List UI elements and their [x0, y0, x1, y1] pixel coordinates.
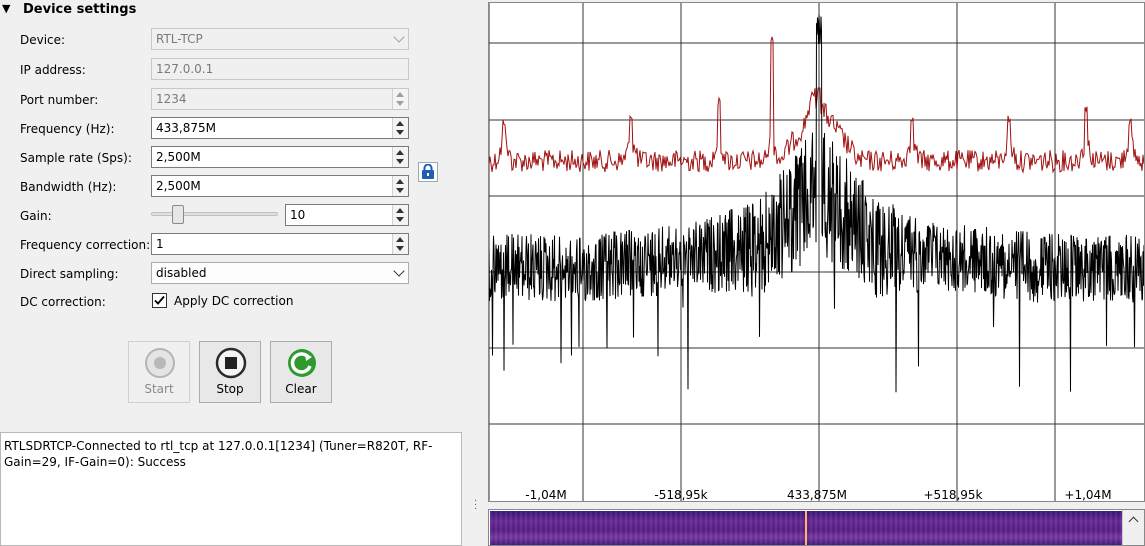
lock-button[interactable]	[418, 162, 438, 182]
spectrum-canvas: -1,04M -518,95k 433,875M +518,95k +1,04M	[489, 3, 1144, 502]
sample-rate-spin-arrows[interactable]	[392, 147, 408, 167]
device-select-value: RTL-TCP	[156, 32, 203, 46]
sample-rate-spinbox[interactable]: 2,500M	[151, 146, 409, 168]
gain-spin-arrows[interactable]	[392, 205, 408, 225]
direct-sampling-select[interactable]: disabled	[151, 262, 409, 284]
dc-correction-checkbox-label[interactable]: Apply DC correction	[174, 294, 293, 308]
port-value: 1234	[156, 92, 187, 106]
frequency-spinbox[interactable]: 433,875M	[151, 117, 409, 139]
collapse-arrow-icon[interactable]: ▼	[2, 2, 10, 15]
stop-button[interactable]: Stop	[199, 341, 261, 403]
gain-slider-handle[interactable]	[172, 205, 184, 224]
frequency-tick-label: -1,04M	[525, 488, 566, 502]
dc-correction-checkbox[interactable]	[152, 293, 167, 308]
ip-address-input[interactable]: 127.0.0.1	[151, 58, 409, 80]
bandwidth-spinbox[interactable]: 2,500M	[151, 175, 409, 197]
section-title: Device settings	[23, 2, 137, 17]
clear-button[interactable]: Clear	[270, 341, 332, 403]
frequency-tick-label: 433,875M	[787, 488, 847, 502]
panel-splitter[interactable]: · · ·	[472, 0, 488, 546]
frequency-label: Frequency (Hz):	[20, 122, 115, 136]
settings-panel: ▼ Device settings Device: RTL-TCP IP add…	[0, 0, 472, 546]
ip-label: IP address:	[20, 63, 86, 77]
waterfall-display[interactable]	[488, 509, 1145, 546]
sdr-window: ▼ Device settings Device: RTL-TCP IP add…	[0, 0, 1145, 546]
sample-rate-value: 2,500M	[156, 150, 201, 164]
start-button[interactable]: Start	[128, 341, 190, 403]
refresh-icon	[288, 349, 316, 377]
sample-rate-label: Sample rate (Sps):	[20, 151, 132, 165]
frequency-correction-label: Frequency correction:	[20, 238, 151, 252]
frequency-correction-spinbox[interactable]: 1	[151, 233, 409, 255]
frequency-tick-label: +1,04M	[1064, 488, 1111, 502]
checkmark-icon	[154, 295, 165, 305]
port-spinbox[interactable]: 1234	[151, 88, 409, 110]
stop-button-label: Stop	[216, 382, 244, 396]
log-text: RTLSDRTCP-Connected to rtl_tcp at 127.0.…	[4, 439, 433, 469]
log-output[interactable]: RTLSDRTCP-Connected to rtl_tcp at 127.0.…	[0, 432, 462, 546]
gain-slider-track[interactable]	[151, 212, 278, 216]
waterfall-center-marker	[805, 511, 807, 545]
bandwidth-value: 2,500M	[156, 179, 201, 193]
dc-correction-label: DC correction:	[20, 295, 106, 309]
device-settings-header[interactable]: ▼ Device settings	[0, 0, 472, 22]
frequency-axis-labels: -1,04M -518,95k 433,875M +518,95k +1,04M	[525, 488, 1111, 502]
direct-sampling-label: Direct sampling:	[20, 267, 119, 281]
chevron-up-icon[interactable]	[1128, 516, 1139, 527]
chevron-down-icon	[393, 31, 405, 43]
frequency-tick-label: +518,95k	[924, 488, 983, 502]
lock-icon	[422, 164, 434, 179]
direct-sampling-value: disabled	[156, 266, 207, 280]
device-label: Device:	[20, 33, 66, 47]
port-label: Port number:	[20, 93, 99, 107]
frequency-value: 433,875M	[156, 121, 216, 135]
record-icon	[145, 348, 175, 378]
start-button-label: Start	[144, 382, 174, 396]
port-spin-arrows[interactable]	[392, 89, 408, 109]
max-hold-trace	[489, 36, 1144, 174]
bandwidth-spin-arrows[interactable]	[392, 176, 408, 196]
gain-value: 10	[290, 208, 306, 222]
gain-label: Gain:	[20, 209, 52, 223]
bandwidth-label: Bandwidth (Hz):	[20, 180, 117, 194]
spectrum-trace	[489, 14, 1144, 393]
chevron-down-icon	[393, 265, 405, 277]
splitter-grip-icon: · · ·	[474, 496, 478, 515]
device-select[interactable]: RTL-TCP	[151, 28, 409, 50]
spectrum-plot[interactable]: -1,04M -518,95k 433,875M +518,95k +1,04M	[488, 2, 1145, 502]
frequency-correction-value: 1	[156, 237, 164, 251]
clear-button-label: Clear	[285, 382, 317, 396]
gain-spinbox[interactable]: 10	[285, 204, 409, 226]
frequency-tick-label: -518,95k	[654, 488, 707, 502]
frequency-correction-spin-arrows[interactable]	[392, 234, 408, 254]
ip-address-value: 127.0.0.1	[156, 62, 214, 76]
waterfall-scrollbar[interactable]	[1122, 510, 1144, 545]
frequency-spin-arrows[interactable]	[392, 118, 408, 138]
stop-icon	[215, 347, 247, 379]
